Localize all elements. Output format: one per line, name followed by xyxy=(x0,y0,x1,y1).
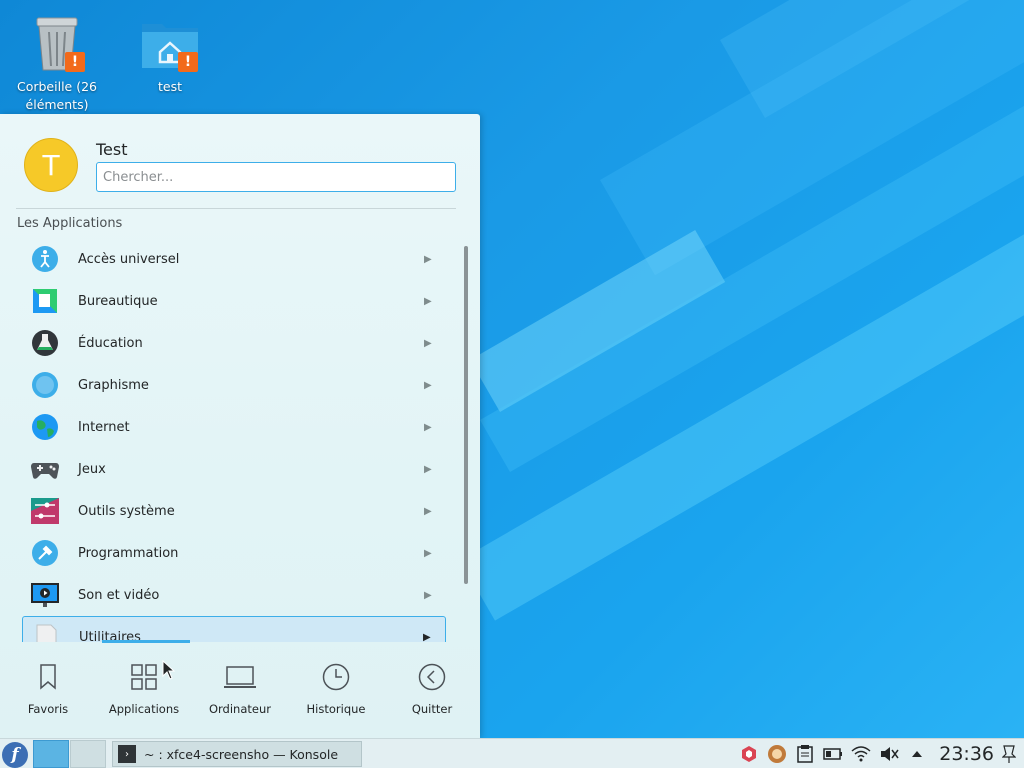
user-name: Test xyxy=(96,140,128,159)
category-label: Bureautique xyxy=(78,293,158,309)
category-item-internet[interactable]: Internet ▶ xyxy=(22,406,446,448)
tab-label: Applications xyxy=(108,702,180,716)
chevron-right-icon: ▶ xyxy=(424,295,432,307)
application-launcher-menu: T Test Les Applications Accès universel … xyxy=(0,114,480,738)
category-label: Accès universel xyxy=(78,251,180,267)
package-updates-icon[interactable] xyxy=(738,743,760,765)
task-konsole[interactable]: › ~ : xfce4-screensho — Konsole xyxy=(112,741,362,767)
desktop-icon-label: test xyxy=(157,79,182,94)
section-title: Les Applications xyxy=(17,216,123,231)
divider xyxy=(16,208,456,209)
multimedia-icon xyxy=(28,578,62,612)
chevron-right-icon: ▶ xyxy=(424,337,432,349)
accessibility-icon xyxy=(28,242,62,276)
category-item-son-et-video[interactable]: Son et vidéo ▶ xyxy=(22,574,446,616)
tab-label: Favoris xyxy=(27,702,69,716)
category-list-scrollbar[interactable] xyxy=(464,246,468,584)
wifi-icon[interactable] xyxy=(850,743,872,765)
digital-clock[interactable]: 23:36 xyxy=(939,743,994,765)
tab-label: Historique xyxy=(306,702,366,716)
panel-options-icon[interactable] xyxy=(1001,744,1018,764)
tab-ordinateur[interactable]: Ordinateur xyxy=(192,650,288,738)
tab-applications[interactable]: Applications xyxy=(96,650,192,738)
terminal-icon: › xyxy=(118,745,136,763)
tab-historique[interactable]: Historique xyxy=(288,650,384,738)
chevron-right-icon: ▶ xyxy=(424,463,432,475)
tab-quitter[interactable]: Quitter xyxy=(384,650,480,738)
virtual-desktop-2[interactable] xyxy=(70,740,106,768)
warning-badge-icon: ! xyxy=(65,52,85,72)
selection-indicator xyxy=(102,640,190,643)
tab-label: Quitter xyxy=(411,702,453,716)
battery-icon[interactable] xyxy=(822,743,844,765)
development-icon xyxy=(28,536,62,570)
category-item-programmation[interactable]: Programmation ▶ xyxy=(22,532,446,574)
laptop-icon xyxy=(192,662,288,692)
category-item-acces-universel[interactable]: Accès universel ▶ xyxy=(22,238,446,280)
tray-expand-icon[interactable] xyxy=(906,743,928,765)
category-item-graphisme[interactable]: Graphisme ▶ xyxy=(22,364,446,406)
category-item-education[interactable]: Éducation ▶ xyxy=(22,322,446,364)
desktop-icon-test-folder[interactable]: ! test xyxy=(120,14,220,96)
chevron-right-icon: ▶ xyxy=(424,379,432,391)
chevron-right-icon: ▶ xyxy=(424,253,432,265)
utilities-icon xyxy=(29,620,63,642)
back-circle-icon xyxy=(384,662,480,692)
category-label: Outils système xyxy=(78,503,175,519)
trash-icon: ! xyxy=(27,14,87,74)
home-folder-icon: ! xyxy=(140,14,200,74)
category-label: Programmation xyxy=(78,545,179,561)
chevron-right-icon: ▶ xyxy=(423,631,431,643)
category-item-bureautique[interactable]: Bureautique ▶ xyxy=(22,280,446,322)
category-list: Accès universel ▶ Bureautique ▶ Éducatio… xyxy=(22,238,446,642)
office-icon xyxy=(28,284,62,318)
education-icon xyxy=(28,326,62,360)
bookmark-icon xyxy=(0,662,96,692)
tab-favoris[interactable]: Favoris xyxy=(0,650,96,738)
virtual-desktop-1[interactable] xyxy=(33,740,69,768)
desktop-icon-trash[interactable]: ! Corbeille (26 éléments) xyxy=(7,14,107,114)
category-label: Éducation xyxy=(78,335,143,351)
chevron-right-icon: ▶ xyxy=(424,589,432,601)
application-launcher-button[interactable]: f xyxy=(2,742,28,768)
category-item-outils-systeme[interactable]: Outils système ▶ xyxy=(22,490,446,532)
chevron-right-icon: ▶ xyxy=(424,505,432,517)
user-avatar[interactable]: T xyxy=(24,138,78,192)
internet-globe-icon xyxy=(28,410,62,444)
category-label: Jeux xyxy=(78,461,106,477)
category-label: Graphisme xyxy=(78,377,149,393)
gamepad-icon xyxy=(28,452,62,486)
system-tray: 23:36 xyxy=(735,739,1024,768)
volume-muted-icon[interactable] xyxy=(878,743,900,765)
launcher-tab-bar: Favoris Applications Ordinateur Historiq… xyxy=(0,650,480,738)
mouse-cursor-icon xyxy=(162,660,176,680)
chevron-right-icon: ▶ xyxy=(424,547,432,559)
category-item-utilitaires[interactable]: Utilitaires ▶ xyxy=(22,616,446,642)
warning-badge-icon: ! xyxy=(178,52,198,72)
tab-label: Ordinateur xyxy=(208,702,271,716)
clock-icon xyxy=(288,662,384,692)
category-label: Internet xyxy=(78,419,130,435)
clipboard-icon[interactable] xyxy=(794,743,816,765)
desktop-icon-label: Corbeille (26 éléments) xyxy=(16,79,97,112)
apps-grid-icon xyxy=(96,662,192,692)
taskbar: f › ~ : xfce4-screensho — Konsole 23:36 xyxy=(0,738,1024,768)
category-item-jeux[interactable]: Jeux ▶ xyxy=(22,448,446,490)
graphics-icon xyxy=(28,368,62,402)
task-label: ~ : xfce4-screensho — Konsole xyxy=(144,746,339,762)
search-input[interactable] xyxy=(96,162,456,192)
chevron-right-icon: ▶ xyxy=(424,421,432,433)
notes-app-icon[interactable] xyxy=(766,743,788,765)
system-tools-icon xyxy=(28,494,62,528)
category-label: Son et vidéo xyxy=(78,587,160,603)
